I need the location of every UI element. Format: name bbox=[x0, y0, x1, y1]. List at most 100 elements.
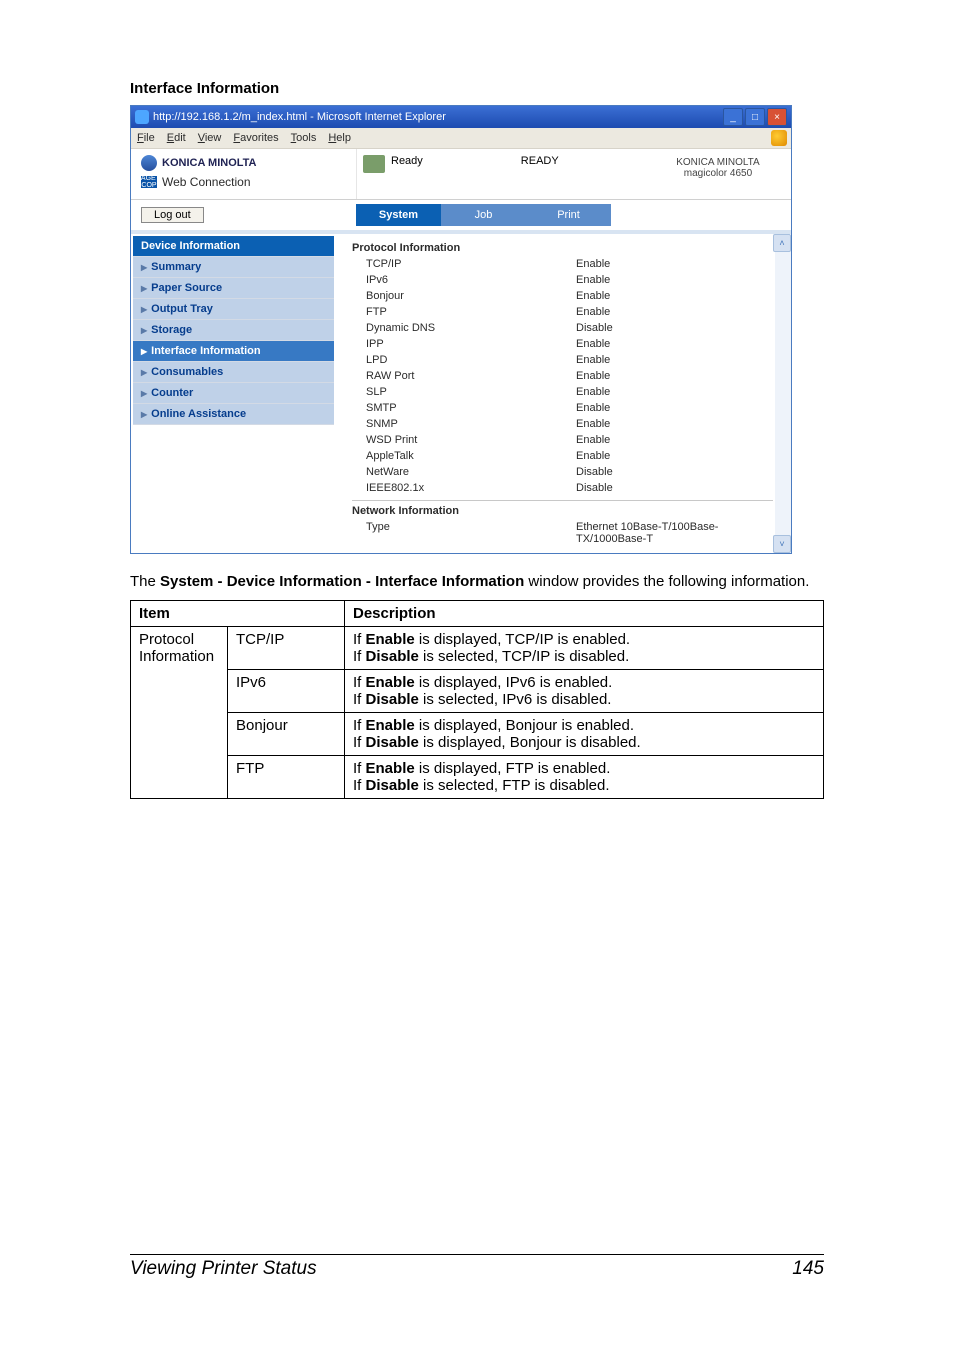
close-button[interactable]: × bbox=[767, 108, 787, 126]
sidebar-item-label: Storage bbox=[151, 324, 192, 336]
footer-page: 145 bbox=[792, 1258, 824, 1280]
protocol-row: NetWareDisable bbox=[352, 464, 773, 480]
menubar: File Edit View Favorites Tools Help bbox=[131, 128, 791, 149]
tab-system[interactable]: System bbox=[356, 204, 441, 226]
protocol-row: FTPEnable bbox=[352, 304, 773, 320]
sidebar-item-label: Summary bbox=[151, 261, 201, 273]
triangle-icon: ▶ bbox=[141, 284, 147, 293]
sidebar-item-papersource[interactable]: ▶ Paper Source bbox=[133, 278, 334, 299]
triangle-icon: ▶ bbox=[141, 326, 147, 335]
menu-help[interactable]: Help bbox=[328, 132, 351, 144]
protocol-row: RAW PortEnable bbox=[352, 368, 773, 384]
sub-cell: TCP/IP bbox=[228, 627, 345, 670]
protocol-value: Disable bbox=[576, 466, 773, 478]
table-row: BonjourIf Enable is displayed, Bonjour i… bbox=[131, 713, 824, 756]
sidebar-item-label: Output Tray bbox=[151, 303, 213, 315]
protocol-value: Enable bbox=[576, 258, 773, 270]
sidebar-item-consumables[interactable]: ▶Consumables bbox=[133, 362, 334, 383]
device-model: KONICA MINOLTA magicolor 4650 bbox=[655, 155, 781, 189]
desc-cell: If Enable is displayed, TCP/IP is enable… bbox=[345, 627, 824, 670]
protocol-row: WSD PrintEnable bbox=[352, 432, 773, 448]
konica-globe-icon bbox=[141, 155, 157, 171]
protocol-key: IEEE802.1x bbox=[352, 482, 576, 494]
protocol-value: Enable bbox=[576, 370, 773, 382]
sidebar-item-onlineassist[interactable]: ▶Online Assistance bbox=[133, 404, 334, 425]
menu-tools[interactable]: Tools bbox=[291, 132, 317, 144]
logout-button[interactable]: Log out bbox=[141, 207, 204, 223]
pagescope-label: Web Connection bbox=[162, 175, 251, 189]
protocol-value: Enable bbox=[576, 418, 773, 430]
menu-view[interactable]: View bbox=[198, 132, 222, 144]
sidebar-item-storage[interactable]: ▶ Storage bbox=[133, 320, 334, 341]
sub-cell: FTP bbox=[228, 756, 345, 799]
section-title: Interface Information bbox=[130, 80, 824, 97]
triangle-icon: ▶ bbox=[141, 347, 147, 356]
main-panel: Protocol Information TCP/IPEnableIPv6Ena… bbox=[336, 234, 791, 553]
footer-title: Viewing Printer Status bbox=[130, 1258, 317, 1280]
sidebar: Device Information ▶Summary ▶Paper Sourc… bbox=[131, 234, 336, 553]
col-item: Item bbox=[131, 601, 345, 627]
sidebar-item-label: Counter bbox=[151, 387, 193, 399]
protocol-key: TCP/IP bbox=[352, 258, 576, 270]
tab-print[interactable]: Print bbox=[526, 204, 611, 226]
protocol-row: IPv6Enable bbox=[352, 272, 773, 288]
sidebar-item-outputtray[interactable]: ▶ Output Tray bbox=[133, 299, 334, 320]
pagescope-icon: PAGE SCOPE bbox=[141, 176, 157, 188]
maximize-button[interactable]: □ bbox=[745, 108, 765, 126]
protocol-value: Enable bbox=[576, 354, 773, 366]
protocol-row: SNMPEnable bbox=[352, 416, 773, 432]
info-table: Item Description Protocol InformationTCP… bbox=[130, 600, 824, 799]
window-title: http://192.168.1.2/m_index.html - Micros… bbox=[153, 111, 446, 123]
sidebar-item-label: Online Assistance bbox=[151, 408, 246, 420]
protocol-row: AppleTalkEnable bbox=[352, 448, 773, 464]
table-row: IPv6If Enable is displayed, IPv6 is enab… bbox=[131, 670, 824, 713]
protocol-value: Disable bbox=[576, 322, 773, 334]
triangle-icon: ▶ bbox=[141, 305, 147, 314]
status-ready-small: Ready bbox=[391, 155, 423, 167]
triangle-icon: ▶ bbox=[141, 389, 147, 398]
protocol-value: Enable bbox=[576, 450, 773, 462]
protocol-row: BonjourEnable bbox=[352, 288, 773, 304]
tab-job[interactable]: Job bbox=[441, 204, 526, 226]
page-content: KONICA MINOLTA PAGE SCOPE Web Connection… bbox=[131, 149, 791, 553]
network-type-value: Ethernet 10Base-T/100Base-TX/1000Base-T bbox=[576, 521, 773, 545]
explanation-text: The System - Device Information - Interf… bbox=[130, 572, 824, 592]
protocol-row: SMTPEnable bbox=[352, 400, 773, 416]
sidebar-item-label: Paper Source bbox=[151, 282, 222, 294]
sidebar-item-interfaceinfo[interactable]: ▶Interface Information bbox=[133, 341, 334, 362]
sidebar-item-summary[interactable]: ▶Summary bbox=[133, 257, 334, 278]
protocol-key: FTP bbox=[352, 306, 576, 318]
protocol-row: Dynamic DNSDisable bbox=[352, 320, 773, 336]
network-info-heading: Network Information bbox=[352, 505, 773, 517]
status-ready-big: READY bbox=[431, 155, 647, 189]
protocol-row: LPDEnable bbox=[352, 352, 773, 368]
protocol-info-heading: Protocol Information bbox=[352, 242, 773, 254]
brand-name: KONICA MINOLTA bbox=[162, 157, 257, 169]
protocol-key: SMTP bbox=[352, 402, 576, 414]
sidebar-item-label: Consumables bbox=[151, 366, 223, 378]
footer-rule bbox=[130, 1254, 824, 1255]
network-type-row: Type Ethernet 10Base-T/100Base-TX/1000Ba… bbox=[352, 519, 773, 547]
sidebar-header[interactable]: Device Information bbox=[133, 236, 334, 257]
ie-icon bbox=[135, 110, 149, 124]
protocol-row: IEEE802.1xDisable bbox=[352, 480, 773, 496]
browser-window: http://192.168.1.2/m_index.html - Micros… bbox=[130, 105, 792, 554]
protocol-value: Enable bbox=[576, 434, 773, 446]
protocol-key: AppleTalk bbox=[352, 450, 576, 462]
ie-logo-icon bbox=[771, 130, 787, 146]
desc-cell: If Enable is displayed, Bonjour is enabl… bbox=[345, 713, 824, 756]
protocol-value: Disable bbox=[576, 482, 773, 494]
protocol-key: RAW Port bbox=[352, 370, 576, 382]
protocol-key: WSD Print bbox=[352, 434, 576, 446]
protocol-key: LPD bbox=[352, 354, 576, 366]
desc-cell: If Enable is displayed, FTP is enabled.I… bbox=[345, 756, 824, 799]
sub-cell: IPv6 bbox=[228, 670, 345, 713]
minimize-button[interactable]: _ bbox=[723, 108, 743, 126]
menu-edit[interactable]: Edit bbox=[167, 132, 186, 144]
protocol-row: IPPEnable bbox=[352, 336, 773, 352]
menu-file[interactable]: File bbox=[137, 132, 155, 144]
titlebar: http://192.168.1.2/m_index.html - Micros… bbox=[131, 106, 791, 128]
menu-favorites[interactable]: Favorites bbox=[233, 132, 278, 144]
sidebar-item-counter[interactable]: ▶ Counter bbox=[133, 383, 334, 404]
protocol-row: TCP/IPEnable bbox=[352, 256, 773, 272]
